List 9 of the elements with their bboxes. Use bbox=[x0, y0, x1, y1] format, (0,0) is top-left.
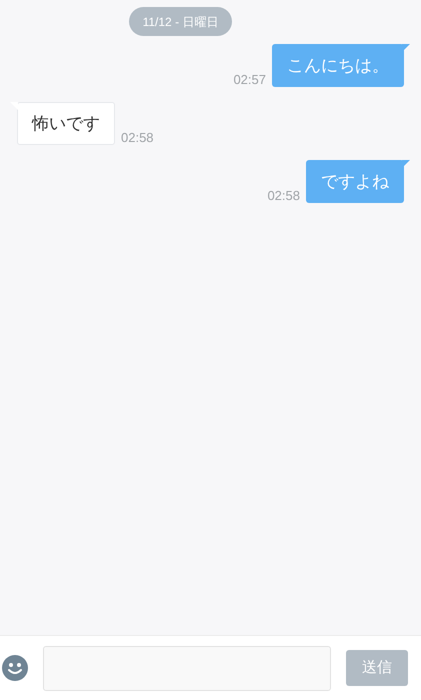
message-time: 02:57 bbox=[233, 73, 266, 86]
message-time: 02:58 bbox=[121, 131, 154, 144]
bubble-tail bbox=[10, 102, 18, 110]
bubble-tail bbox=[402, 44, 410, 52]
message-input[interactable] bbox=[43, 646, 331, 690]
date-badge: 11/12 - 日曜日 bbox=[128, 7, 232, 36]
bubble-tail bbox=[402, 160, 410, 168]
message-time: 02:58 bbox=[267, 189, 300, 202]
smiley-icon[interactable] bbox=[2, 655, 28, 681]
